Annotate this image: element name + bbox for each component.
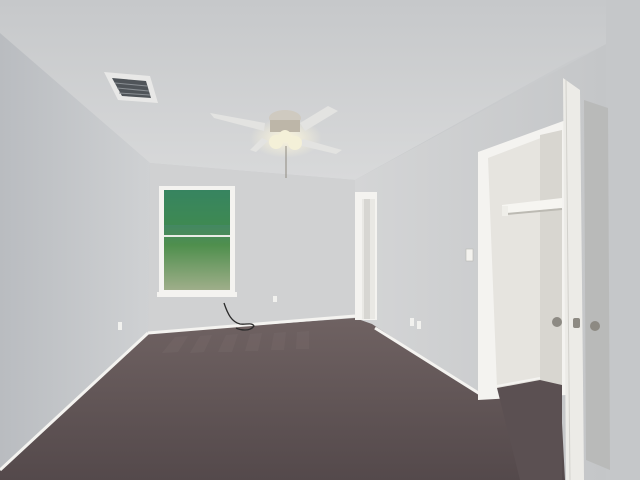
hallway-doorway xyxy=(355,192,377,320)
open-door xyxy=(563,78,610,480)
bedroom-photo xyxy=(0,0,640,480)
outlet-right-wall-2 xyxy=(417,321,421,329)
outlet-right-wall-1 xyxy=(410,318,414,326)
far-right-wall xyxy=(606,0,640,480)
room-scene xyxy=(0,0,640,480)
fan-light-bulb xyxy=(279,130,291,142)
outlet-back-wall xyxy=(273,296,277,302)
outlet-left-wall xyxy=(118,322,122,330)
light-switch xyxy=(465,248,474,262)
window xyxy=(157,186,237,297)
